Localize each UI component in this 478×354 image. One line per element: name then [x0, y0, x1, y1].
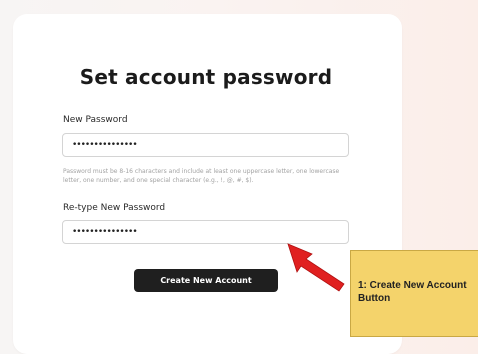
- page-title: Set account password: [79, 65, 333, 89]
- new-password-label: New Password: [63, 115, 128, 125]
- retype-password-label: Re-type New Password: [63, 203, 166, 213]
- annotation-callout: 1: Create New Account Button: [350, 250, 478, 337]
- password-hint: Password must be 8-16 characters and inc…: [63, 168, 340, 184]
- create-account-button[interactable]: Create New Account: [134, 269, 278, 292]
- new-password-field[interactable]: [62, 133, 349, 157]
- pointer-arrow-icon: [287, 243, 345, 292]
